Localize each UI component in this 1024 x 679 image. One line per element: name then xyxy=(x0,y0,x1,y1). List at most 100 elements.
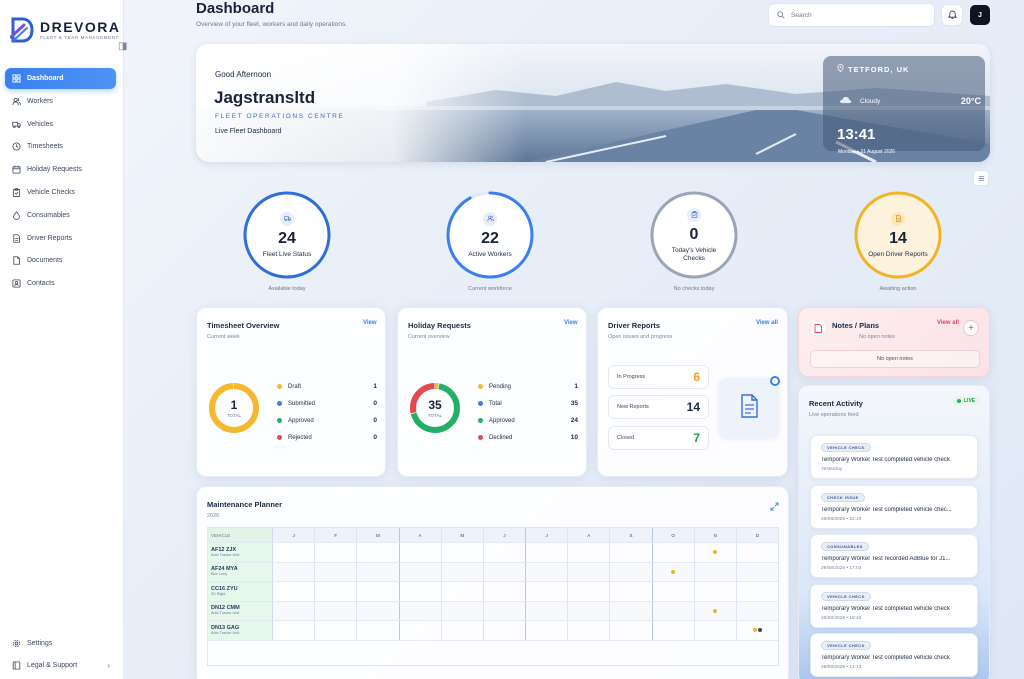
maintenance-marker[interactable] xyxy=(671,569,676,574)
timesheet-view-link[interactable]: View xyxy=(363,320,377,326)
sidebar-item-contacts[interactable]: Contacts xyxy=(5,273,116,294)
search-box[interactable] xyxy=(768,3,935,27)
sidebar-item-driver-reports[interactable]: Driver Reports xyxy=(5,228,116,249)
month-cell[interactable] xyxy=(695,562,737,581)
month-cell[interactable] xyxy=(568,582,611,601)
month-cell[interactable] xyxy=(273,601,316,620)
brand-logo[interactable]: DREVORA FLEET & YEAR MANAGEMENT xyxy=(9,16,121,44)
month-cell[interactable] xyxy=(273,543,316,562)
month-cell[interactable] xyxy=(737,582,778,601)
kpi-active-workers[interactable]: 22 Active Workers Current workforce xyxy=(445,190,535,300)
month-cell[interactable] xyxy=(484,601,527,620)
activity-item[interactable]: VEHICLE CHECK Temporary Worker Test compl… xyxy=(810,583,978,628)
month-cell[interactable] xyxy=(526,543,569,562)
notes-view-all-link[interactable]: View all xyxy=(937,320,959,326)
activity-item[interactable]: CONSUMABLES Temporary Worker Test recorde… xyxy=(810,534,978,578)
month-cell[interactable] xyxy=(357,621,400,640)
kpi-open-driver-reports[interactable]: 14 Open Driver Reports Awaiting action xyxy=(853,190,943,300)
month-cell[interactable] xyxy=(315,621,358,640)
sidebar-item-documents[interactable]: Documents xyxy=(5,250,116,271)
month-cell[interactable] xyxy=(315,543,358,562)
layout-toggle-button[interactable] xyxy=(973,170,989,186)
month-cell[interactable] xyxy=(653,621,695,640)
month-cell[interactable] xyxy=(568,543,611,562)
sidebar-item-settings[interactable]: Settings xyxy=(5,632,116,654)
activity-item[interactable]: CHECK ISSUE Temporary Worker Test complet… xyxy=(810,484,978,529)
month-cell[interactable] xyxy=(653,601,695,620)
user-avatar[interactable]: J xyxy=(970,5,990,25)
search-input[interactable] xyxy=(791,11,921,19)
month-cell[interactable] xyxy=(442,582,484,601)
notifications-button[interactable] xyxy=(941,4,963,26)
month-cell[interactable] xyxy=(484,562,527,581)
maintenance-marker[interactable] xyxy=(757,628,762,633)
vehicle-cell[interactable]: DN12 CMM Artic Tractor Unit xyxy=(208,601,273,620)
vehicle-cell[interactable]: AF24 MYA Box Lorry xyxy=(208,562,273,581)
month-cell[interactable] xyxy=(400,601,442,620)
month-cell[interactable] xyxy=(357,582,400,601)
sidebar-item-timesheets[interactable]: Timesheets xyxy=(5,136,116,157)
month-cell[interactable] xyxy=(737,621,778,640)
driver-report-row-new-reports[interactable]: New Reports 14 xyxy=(608,395,709,419)
month-cell[interactable] xyxy=(442,562,484,581)
add-note-button[interactable]: + xyxy=(963,320,979,336)
month-cell[interactable] xyxy=(400,562,442,581)
month-cell[interactable] xyxy=(357,601,400,620)
month-cell[interactable] xyxy=(610,601,653,620)
month-cell[interactable] xyxy=(653,582,695,601)
kpi-today-s-vehicle-checks[interactable]: 0 Today's Vehicle Checks No checks today xyxy=(649,190,739,300)
month-cell[interactable] xyxy=(695,621,737,640)
maintenance-marker[interactable] xyxy=(752,628,757,633)
month-cell[interactable] xyxy=(653,562,695,581)
kpi-fleet-live-status[interactable]: 24 Fleet Live Status Available today xyxy=(242,190,332,300)
month-cell[interactable] xyxy=(357,543,400,562)
sidebar-item-legal-support[interactable]: Legal & Support › xyxy=(5,654,116,676)
month-cell[interactable] xyxy=(610,621,653,640)
activity-item[interactable]: VEHICLE CHECK Temporary Worker Test compl… xyxy=(810,435,978,479)
vehicle-cell[interactable]: AF12 ZJX Artic Tractor Unit xyxy=(208,543,273,562)
sidebar-item-workers[interactable]: Workers xyxy=(5,91,116,112)
month-cell[interactable] xyxy=(568,601,611,620)
maintenance-marker[interactable] xyxy=(713,550,718,555)
activity-item[interactable]: VEHICLE CHECK Temporary Worker Test compl… xyxy=(810,633,978,677)
month-cell[interactable] xyxy=(695,543,737,562)
month-cell[interactable] xyxy=(442,543,484,562)
month-cell[interactable] xyxy=(484,621,527,640)
month-cell[interactable] xyxy=(610,582,653,601)
month-cell[interactable] xyxy=(315,562,358,581)
month-cell[interactable] xyxy=(610,543,653,562)
month-cell[interactable] xyxy=(695,582,737,601)
driver-report-row-closed[interactable]: Closed 7 xyxy=(608,426,709,450)
month-cell[interactable] xyxy=(273,562,316,581)
month-cell[interactable] xyxy=(315,601,358,620)
month-cell[interactable] xyxy=(484,582,527,601)
month-cell[interactable] xyxy=(737,602,778,621)
sidebar-item-consumables[interactable]: Consumables xyxy=(5,205,116,226)
sidebar-item-dashboard[interactable]: Dashboard xyxy=(5,68,116,89)
month-cell[interactable] xyxy=(357,562,400,581)
driver-report-row-in-progress[interactable]: In Progress 6 xyxy=(608,365,709,389)
month-cell[interactable] xyxy=(737,543,778,562)
driver-report-document-tile[interactable] xyxy=(719,378,779,438)
expand-icon[interactable] xyxy=(770,498,779,516)
sidebar-item-vehicles[interactable]: Vehicles xyxy=(5,114,116,135)
driver-reports-view-all-link[interactable]: View all xyxy=(756,320,778,326)
month-cell[interactable] xyxy=(568,562,611,581)
month-cell[interactable] xyxy=(442,621,484,640)
month-cell[interactable] xyxy=(442,601,484,620)
sidebar-item-vehicle-checks[interactable]: Vehicle Checks xyxy=(5,182,116,203)
month-cell[interactable] xyxy=(484,543,527,562)
month-cell[interactable] xyxy=(400,543,442,562)
month-cell[interactable] xyxy=(526,562,569,581)
month-cell[interactable] xyxy=(315,582,358,601)
vehicle-cell[interactable]: DN13 GAG Artic Tractor Unit xyxy=(208,621,273,640)
month-cell[interactable] xyxy=(273,621,316,640)
month-cell[interactable] xyxy=(526,621,569,640)
sidebar-item-holiday-requests[interactable]: Holiday Requests xyxy=(5,159,116,180)
month-cell[interactable] xyxy=(568,621,611,640)
vehicle-cell[interactable]: CC16 ZYU 3X Rigid xyxy=(208,582,273,601)
month-cell[interactable] xyxy=(526,601,569,620)
holiday-view-link[interactable]: View xyxy=(564,320,578,326)
month-cell[interactable] xyxy=(400,582,442,601)
month-cell[interactable] xyxy=(737,563,778,582)
